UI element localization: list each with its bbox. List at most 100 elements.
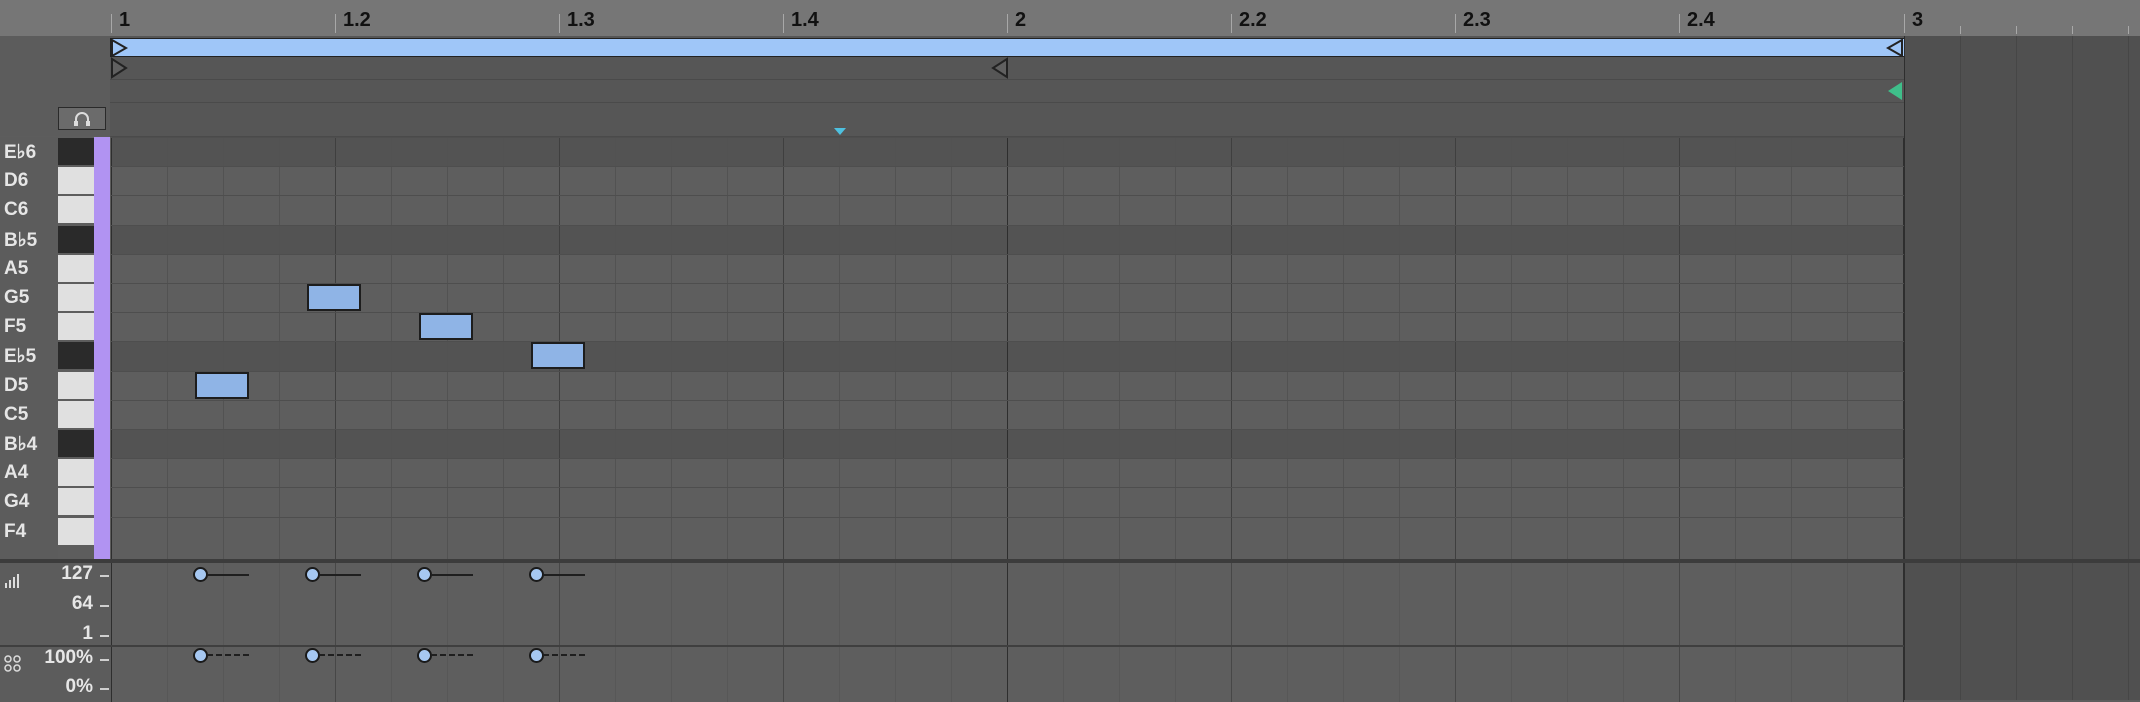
chance-dice-icon[interactable]: [4, 655, 22, 673]
row-divider: [111, 458, 1904, 460]
grid-line: [895, 137, 896, 560]
end-marker-icon: [991, 57, 1008, 79]
grid-line: [279, 137, 280, 560]
piano-roll-grid[interactable]: [111, 137, 1904, 560]
velocity-bars-icon[interactable]: [4, 573, 20, 589]
key-label: B♭4: [4, 434, 38, 455]
lane-grid-line: [1007, 647, 1008, 702]
scale-row[interactable]: [110, 103, 1904, 137]
chance-handle[interactable]: [305, 648, 320, 663]
lane-grid-line: [391, 647, 392, 702]
lane-grid-line: [1063, 647, 1064, 702]
ruler-label: 3: [1912, 9, 1924, 31]
velocity-lane[interactable]: [111, 563, 1904, 645]
row-divider: [111, 487, 1904, 489]
grid-line: [503, 137, 504, 560]
velocity-handle[interactable]: [417, 567, 432, 582]
ruler-label: 1.4: [791, 9, 819, 31]
lane-grid-line: [1847, 647, 1848, 702]
lane-grid-line: [727, 647, 728, 702]
piano-key[interactable]: [58, 459, 94, 487]
grid-line: [1063, 137, 1064, 560]
midi-note[interactable]: [195, 371, 249, 399]
velocity-handle[interactable]: [529, 567, 544, 582]
ruler-label: 1: [119, 9, 131, 31]
grid-line: [1567, 137, 1568, 560]
piano-key[interactable]: [58, 400, 94, 428]
lane-grid-line: [615, 647, 616, 702]
piano-key[interactable]: [58, 342, 94, 370]
piano-key[interactable]: [58, 196, 94, 224]
lane-grid-line: [727, 563, 728, 645]
lane-grid-line: [895, 647, 896, 702]
lane-grid-line: [783, 647, 784, 702]
piano-key[interactable]: [58, 371, 94, 399]
key-label: E♭5: [4, 346, 37, 368]
ruler-subtick: [2072, 26, 2073, 34]
lane-grid-line: [279, 563, 280, 645]
lane-grid-line: [391, 563, 392, 645]
grid-line: [1960, 36, 1961, 700]
lane-grid-line: [1287, 563, 1288, 645]
chance-max-label: 100%: [44, 647, 93, 668]
grid-line: [1343, 137, 1344, 560]
row-divider: [111, 166, 1904, 168]
chance-handle[interactable]: [529, 648, 544, 663]
key-label: C6: [4, 199, 29, 221]
lane-grid-line: [1903, 563, 1904, 645]
lane-grid-line: [1791, 647, 1792, 702]
grid-line: [1287, 137, 1288, 560]
lane-grid-line: [1735, 563, 1736, 645]
midi-note[interactable]: [307, 284, 361, 311]
piano-key[interactable]: [58, 167, 94, 195]
key-labels: E♭6 D6 C6 B♭5 A5 G5 F5 E♭5 D5 C5 B♭4 A4 G4 F4: [0, 137, 58, 560]
clip-end-row[interactable]: [110, 80, 1904, 103]
chance-handle[interactable]: [193, 648, 208, 663]
lane-grid-line: [1679, 647, 1680, 702]
chance-handle[interactable]: [417, 648, 432, 663]
piano-key[interactable]: [58, 517, 94, 545]
piano-key[interactable]: [58, 313, 94, 341]
velocity-line: [543, 574, 585, 576]
loop-brace-handles[interactable]: [110, 38, 1904, 58]
lane-grid-line: [1399, 647, 1400, 702]
grid-line: [1007, 137, 1008, 560]
lane-grid-line: [1567, 563, 1568, 645]
start-marker-row[interactable]: [110, 57, 1904, 80]
preview-button[interactable]: [58, 107, 106, 130]
clip-end-flag-icon: [1888, 82, 1902, 100]
row-divider: [111, 370, 1904, 372]
piano-key[interactable]: [58, 254, 94, 282]
lane-grid-line: [1735, 647, 1736, 702]
lane-grid-line: [1175, 647, 1176, 702]
lane-grid-line: [503, 563, 504, 645]
piano-key[interactable]: [58, 284, 94, 311]
lane-grid-line: [1399, 563, 1400, 645]
midi-note[interactable]: [419, 313, 473, 341]
grid-line: [2128, 36, 2129, 700]
ruler-label: 2: [1015, 9, 1027, 31]
velocity-handle[interactable]: [305, 567, 320, 582]
piano-key[interactable]: [58, 430, 94, 457]
lane-grid-line: [1063, 563, 1064, 645]
piano-key[interactable]: [58, 488, 94, 516]
loop-end-handle: [1885, 38, 1903, 58]
velocity-handle[interactable]: [193, 567, 208, 582]
midi-note[interactable]: [531, 342, 585, 370]
key-label: C5: [4, 403, 29, 425]
clip-markers[interactable]: [110, 57, 1904, 79]
chance-lane[interactable]: [111, 647, 1904, 702]
lane-grid-line: [1903, 647, 1904, 702]
lane-grid-line: [111, 647, 112, 702]
lane-grid-line: [1511, 563, 1512, 645]
key-label: G5: [4, 287, 30, 308]
lane-grid-line: [167, 563, 168, 645]
grid-line: [223, 137, 224, 560]
timeline-ruler[interactable]: 1 1.2 1.3 1.4 2 2.2 2.3 2.4 3: [0, 0, 2140, 36]
lane-grid-line: [615, 563, 616, 645]
piano-key[interactable]: [58, 138, 94, 165]
piano-key[interactable]: [58, 225, 94, 253]
ruler-tick: [1904, 14, 1905, 33]
grid-line: [1791, 137, 1792, 560]
ruler-label: 2.2: [1239, 9, 1267, 31]
